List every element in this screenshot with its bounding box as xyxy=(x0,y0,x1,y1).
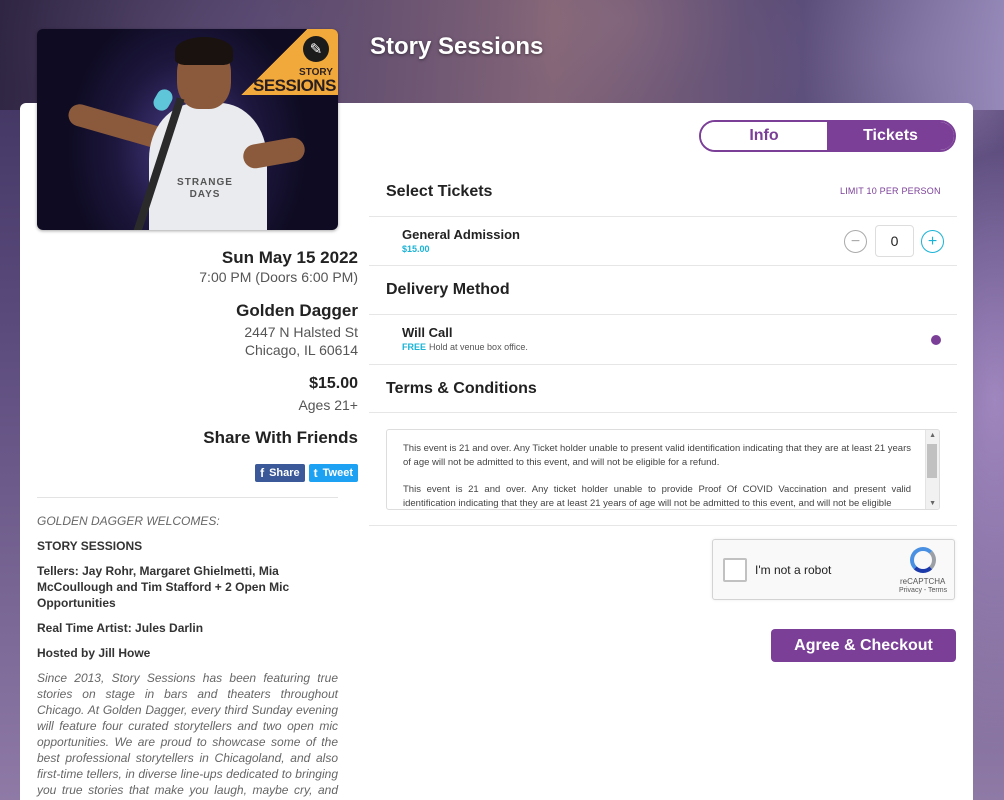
description-host: Hosted by Jill Howe xyxy=(37,646,151,660)
tab-tickets[interactable]: Tickets xyxy=(827,122,954,150)
divider xyxy=(369,412,957,413)
facebook-share-label: Share xyxy=(269,467,300,479)
description-body: Since 2013, Story Sessions has been feat… xyxy=(37,671,338,800)
agree-checkout-button[interactable]: Agree & Checkout xyxy=(771,629,956,662)
twitter-tweet-button[interactable]: t Tweet xyxy=(308,464,358,482)
recaptcha-brand: reCAPTCHA xyxy=(900,577,946,586)
venue-address-line1: 2447 N Halsted St xyxy=(244,324,358,340)
event-time: 7:00 PM (Doors 6:00 PM) xyxy=(199,269,358,285)
info-tickets-toggle: Info Tickets xyxy=(699,120,956,152)
scroll-up-arrow-icon[interactable]: ▲ xyxy=(929,432,936,439)
scrollbar-thumb[interactable] xyxy=(927,444,937,478)
terms-paragraph: This event is 21 and over. Any Ticket ho… xyxy=(403,443,911,468)
twitter-tweet-label: Tweet xyxy=(322,467,353,479)
delivery-method-description: FREE Hold at venue box office. xyxy=(402,342,528,352)
event-ages: Ages 21+ xyxy=(298,397,358,413)
image-person-hair xyxy=(175,37,233,65)
select-tickets-title: Select Tickets xyxy=(386,183,493,200)
divider xyxy=(369,314,957,315)
terms-text: This event is 21 and over. Any Ticket ho… xyxy=(403,442,911,509)
twitter-icon: t xyxy=(313,466,318,480)
divider xyxy=(369,525,957,526)
recaptcha-logo-icon xyxy=(910,547,936,573)
scroll-down-arrow-icon[interactable]: ▼ xyxy=(929,500,936,507)
delivery-method-detail: Hold at venue box office. xyxy=(429,342,528,352)
delivery-method-title: Delivery Method xyxy=(386,281,510,298)
event-price: $15.00 xyxy=(309,375,358,392)
description-artist: Real Time Artist: Jules Darlin xyxy=(37,621,204,635)
pen-icon: ✎ xyxy=(303,36,329,62)
divider xyxy=(369,364,957,365)
ticket-type-name: General Admission xyxy=(402,227,520,242)
quantity-increase-button[interactable]: + xyxy=(921,230,944,253)
description-tellers: Tellers: Jay Rohr, Margaret Ghielmetti, … xyxy=(37,564,290,610)
tab-info[interactable]: Info xyxy=(701,122,827,150)
event-description: GOLDEN DAGGER WELCOMES: STORY SESSIONS T… xyxy=(37,513,338,800)
terms-scrollbar[interactable]: ▲ ▼ xyxy=(925,430,939,509)
share-title: Share With Friends xyxy=(203,428,358,447)
terms-scroll-box[interactable]: This event is 21 and over. Any Ticket ho… xyxy=(386,429,940,510)
ticket-type-price: $15.00 xyxy=(402,244,430,254)
recaptcha-checkbox[interactable] xyxy=(723,558,747,582)
terms-paragraph: This event is 21 and over. Any ticket ho… xyxy=(403,484,911,509)
ticket-limit-note: LIMIT 10 PER PERSON xyxy=(840,186,941,196)
page-title: Story Sessions xyxy=(370,33,544,60)
event-date: Sun May 15 2022 xyxy=(221,248,358,267)
facebook-icon: f xyxy=(260,466,265,480)
recaptcha-widget: I'm not a robot reCAPTCHA Privacy - Term… xyxy=(712,539,955,600)
share-buttons: f Share t Tweet xyxy=(255,464,358,482)
event-image: STRANGE DAYS ✎ STORY SESSIONS xyxy=(37,29,338,230)
venue-address-line2: Chicago, IL 60614 xyxy=(244,342,358,358)
divider xyxy=(37,497,338,498)
facebook-share-button[interactable]: f Share xyxy=(255,464,305,482)
recaptcha-label: I'm not a robot xyxy=(755,563,832,577)
recaptcha-links[interactable]: Privacy - Terms xyxy=(899,587,947,594)
logo-text-bottom: SESSIONS xyxy=(253,76,336,95)
divider xyxy=(369,216,957,217)
quantity-input[interactable]: 0 xyxy=(875,225,914,257)
description-welcome: GOLDEN DAGGER WELCOMES: xyxy=(37,514,220,528)
will-call-radio[interactable] xyxy=(931,335,941,345)
divider xyxy=(369,265,957,266)
quantity-decrease-button[interactable]: − xyxy=(844,230,867,253)
venue-name[interactable]: Golden Dagger xyxy=(236,301,358,321)
image-shirt-text: STRANGE DAYS xyxy=(177,177,233,200)
description-show-name: STORY SESSIONS xyxy=(37,539,143,553)
free-label: FREE xyxy=(402,342,427,352)
delivery-method-name: Will Call xyxy=(402,325,453,340)
terms-title: Terms & Conditions xyxy=(386,380,537,397)
